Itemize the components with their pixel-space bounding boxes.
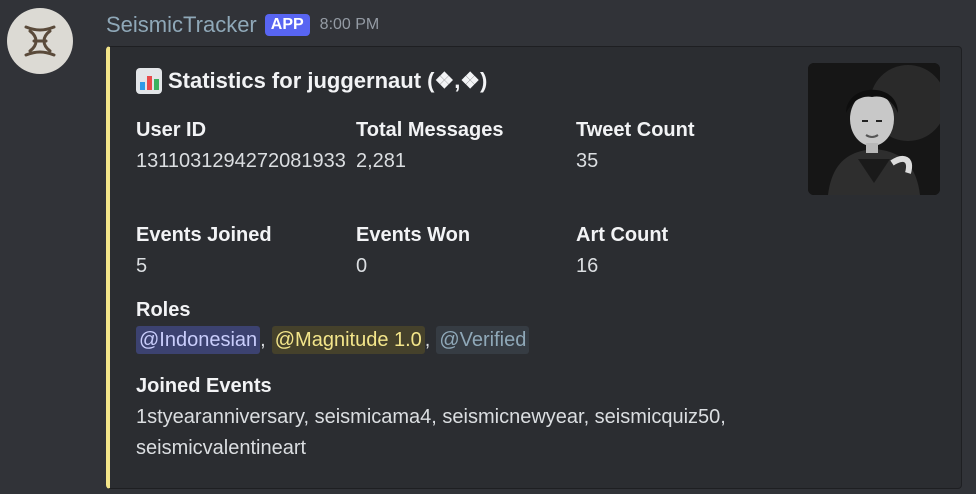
stats-embed: Statistics for juggernaut (❖,❖) User ID …: [106, 46, 962, 489]
field-name: Total Messages: [356, 119, 504, 141]
field-value: 35: [576, 150, 599, 172]
separator: ,: [260, 329, 266, 351]
field-tweet-count: Tweet Count 35: [576, 115, 786, 177]
field-value: 16: [576, 255, 599, 277]
field-name: Roles: [136, 299, 191, 321]
field-name: User ID: [136, 119, 207, 141]
field-events-won: Events Won 0: [356, 220, 566, 282]
field-total-messages: Total Messages 2,281: [356, 115, 566, 177]
field-value: 2,281: [356, 150, 407, 172]
field-value: 5: [136, 255, 148, 277]
roles-list: @Indonesian, @Magnitude 1.0, @Verified: [136, 326, 776, 354]
bot-message: SeismicTracker APP 8:00 PM Statistics fo…: [0, 0, 976, 494]
embed-title: Statistics for juggernaut (❖,❖): [136, 68, 487, 94]
seismic-logo-icon: [24, 25, 56, 57]
field-user-id: User ID 1311031294272081933: [136, 115, 351, 177]
role-mention-verified[interactable]: @Verified: [436, 326, 530, 354]
app-badge: APP: [264, 14, 310, 36]
message-timestamp[interactable]: 8:00 PM: [320, 16, 380, 34]
role-mention-magnitude[interactable]: @Magnitude 1.0: [271, 326, 425, 354]
field-name: Events Won: [356, 224, 471, 246]
field-joined-events: Joined Events 1styearanniversary, seismi…: [136, 371, 836, 464]
field-value: 1311031294272081933: [136, 150, 346, 172]
bot-username[interactable]: SeismicTracker: [106, 12, 257, 38]
separator: ,: [424, 329, 431, 351]
field-events-joined: Events Joined 5: [136, 220, 346, 282]
embed-title-text: Statistics for juggernaut (❖,❖): [168, 68, 488, 93]
field-name: Art Count: [576, 224, 669, 246]
bot-avatar[interactable]: [7, 8, 73, 74]
field-art-count: Art Count 16: [576, 220, 786, 282]
embed-thumbnail[interactable]: [808, 63, 940, 195]
field-name: Joined Events: [136, 375, 272, 397]
field-name: Events Joined: [136, 224, 272, 246]
field-name: Tweet Count: [576, 119, 695, 141]
field-value: 0: [356, 255, 368, 277]
bar-chart-icon: [136, 68, 162, 94]
message-header: SeismicTracker APP 8:00 PM: [106, 10, 379, 40]
field-roles: Roles @Indonesian, @Magnitude 1.0, @Veri…: [136, 295, 776, 354]
role-mention-indonesian[interactable]: @Indonesian: [136, 326, 261, 354]
field-value: 1styearanniversary, seismicama4, seismic…: [136, 406, 726, 459]
anime-character-avatar: [808, 63, 940, 195]
